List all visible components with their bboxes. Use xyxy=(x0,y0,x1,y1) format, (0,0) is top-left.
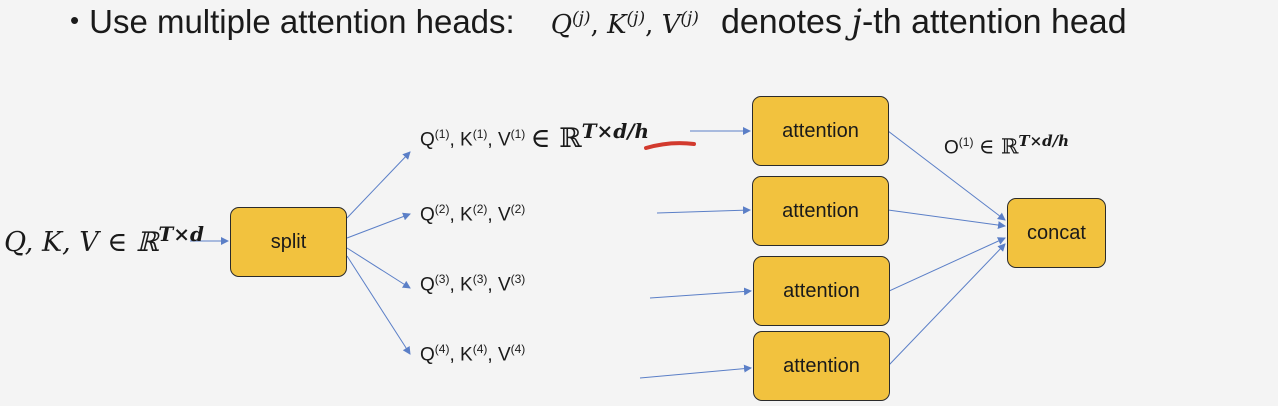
concat-box: concat xyxy=(1007,198,1106,268)
attention-box-1: attention xyxy=(752,96,889,166)
output-label: O(1) ∈ ℝT×d/h xyxy=(944,132,1070,159)
attention-box-3: attention xyxy=(753,256,890,326)
arrow-attn2-to-concat xyxy=(887,209,1006,230)
head-4-label: Q(4), K(4), V(4) xyxy=(420,342,526,366)
arrow-split-to-head4 xyxy=(346,255,411,355)
arrow-attn3-to-concat xyxy=(888,237,1006,292)
arrow-split-to-head2 xyxy=(346,212,411,239)
attention-box-4: attention xyxy=(753,331,890,401)
arrow-head4-to-attn4 xyxy=(639,364,752,379)
attention-box-2: attention xyxy=(752,176,889,246)
arrow-attn4-to-concat xyxy=(888,243,1006,366)
head-1-label: Q(1), K(1), V(1) ∈ ℝT×d/h xyxy=(420,119,650,155)
arrow-head2-to-attn2 xyxy=(656,206,751,215)
head-3-label: Q(3), K(3), V(3) xyxy=(420,272,526,296)
split-box: split xyxy=(230,207,347,277)
red-underline-annotation xyxy=(644,141,696,150)
arrow-split-to-head1 xyxy=(346,151,411,219)
head-2-label: Q(2), K(2), V(2) xyxy=(420,202,526,226)
arrow-split-to-head3 xyxy=(346,247,411,289)
arrow-head3-to-attn3 xyxy=(649,287,752,299)
input-qkv-label: Q, K, V ∈ ℝT×d xyxy=(4,222,205,258)
